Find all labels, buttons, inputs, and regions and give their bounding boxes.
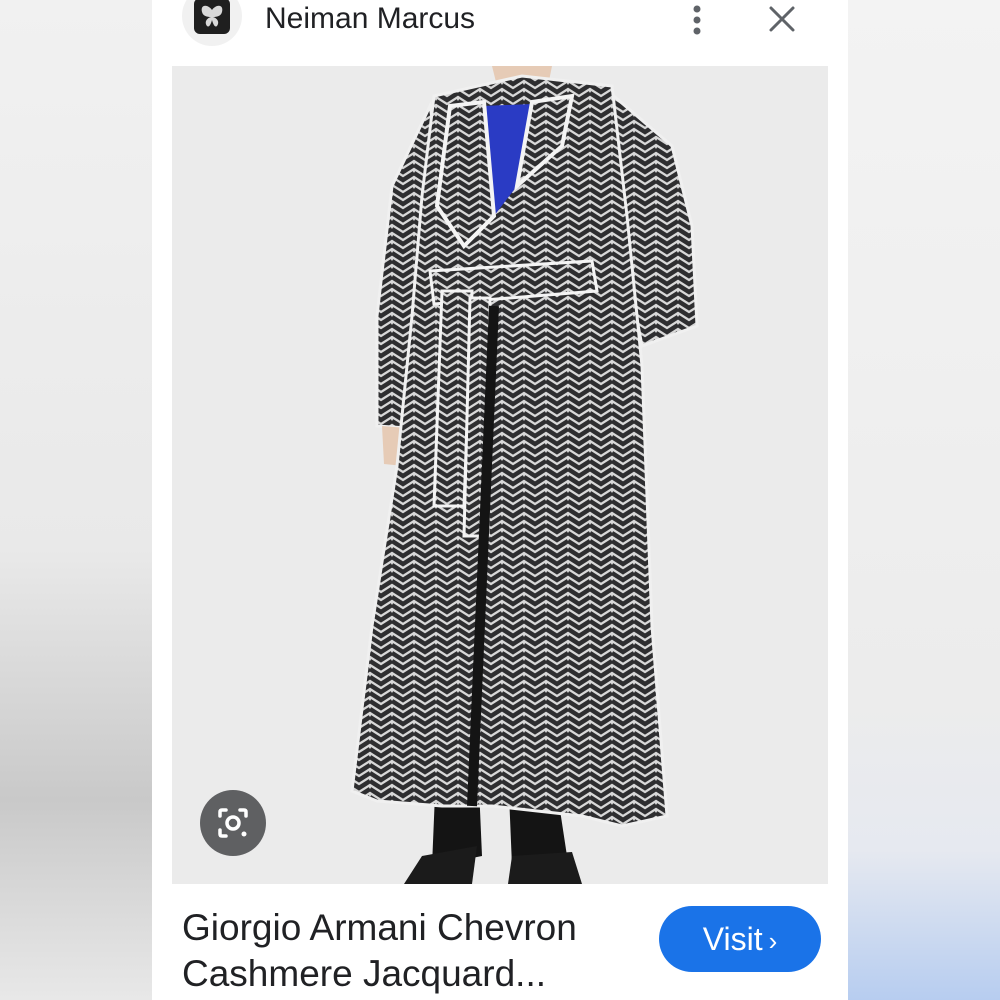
visit-button[interactable]: Visit › (659, 906, 821, 972)
blurred-backdrop-right (848, 0, 1000, 1000)
butterfly-icon (194, 0, 230, 34)
chevron-right-icon: › (768, 926, 778, 956)
coat-illustration (172, 66, 828, 884)
site-favicon (182, 0, 242, 46)
close-icon[interactable] (764, 2, 800, 38)
site-name[interactable]: Neiman Marcus (265, 0, 475, 38)
product-image[interactable] (172, 66, 828, 884)
more-vert-icon[interactable] (682, 2, 712, 38)
product-title-link[interactable]: Giorgio Armani Chevron Cashmere Jacquard… (182, 905, 642, 997)
image-preview-card: Neiman Marcus Giorgio Armani Chevron Cas… (152, 0, 848, 1000)
google-lens-icon[interactable] (200, 790, 266, 856)
blurred-backdrop-left (0, 0, 152, 1000)
preview-header: Neiman Marcus (152, 0, 848, 66)
visit-button-label: Visit (702, 921, 763, 957)
